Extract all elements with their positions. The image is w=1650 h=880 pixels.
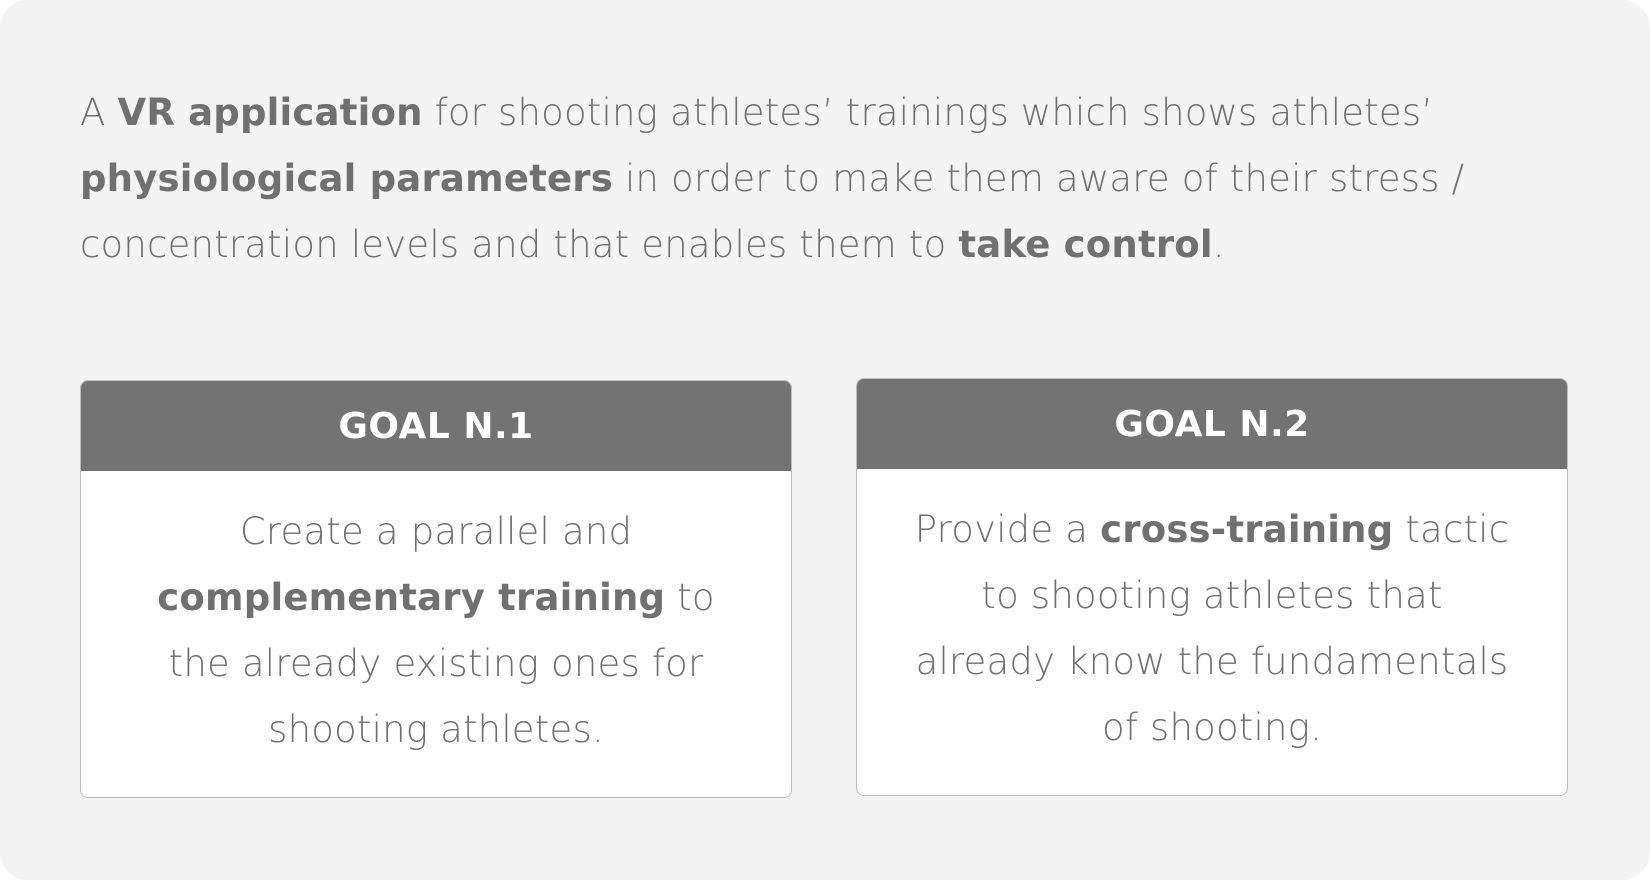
goal-card-2-title: GOAL N.2 (857, 379, 1567, 469)
intro-text-4: . (1212, 223, 1225, 266)
goal-card-1-title: GOAL N.1 (81, 381, 791, 471)
goal-card-1: GOAL N.1 Create a parallel and complemen… (80, 380, 792, 798)
goal-card-2-description: Provide a cross-training tactic to shoot… (857, 469, 1567, 761)
goal-card-1-description: Create a parallel and complementary trai… (81, 471, 791, 763)
goal-card-2: GOAL N.2 Provide a cross-training tactic… (856, 378, 1568, 796)
goal-1-highlight: complementary training (157, 576, 666, 619)
goal-2-text-1: Provide a (914, 508, 1101, 551)
intro-highlight-physiological-parameters: physiological parameters (80, 157, 613, 200)
intro-text-2: for shooting athletes’ trainings which s… (422, 91, 1434, 134)
intro-highlight-take-control: take control (958, 223, 1213, 266)
goal-2-highlight: cross-training (1100, 508, 1394, 551)
intro-highlight-vr-application: VR application (117, 91, 423, 134)
intro-text-1: A (80, 91, 118, 134)
intro-paragraph: A VR application for shooting athletes’ … (80, 80, 1560, 278)
content-panel: A VR application for shooting athletes’ … (0, 0, 1650, 880)
goal-1-text-1: Create a parallel and (239, 510, 633, 553)
